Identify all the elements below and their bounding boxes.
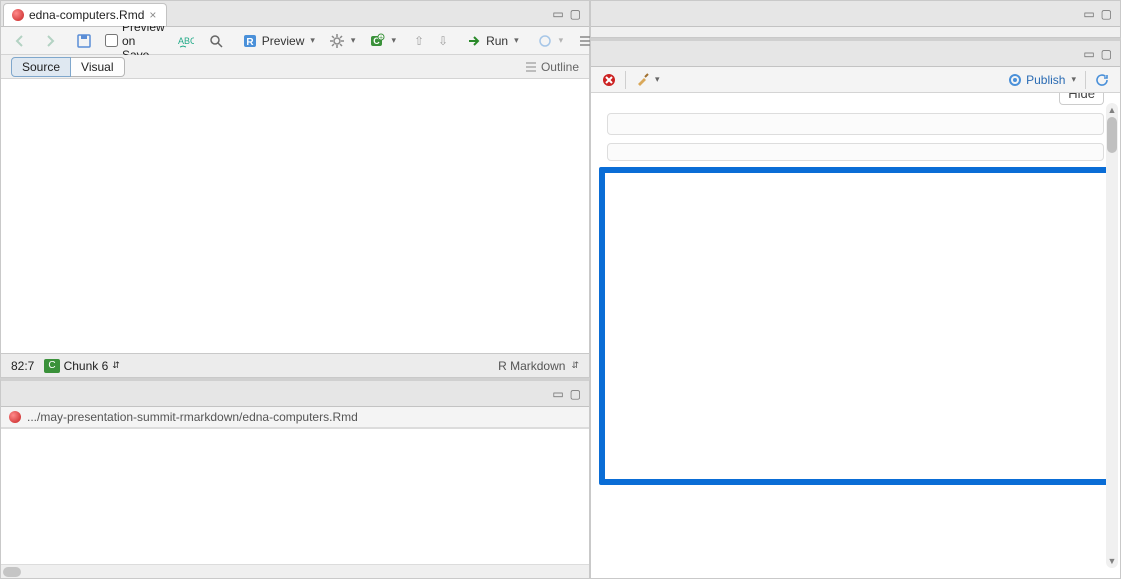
render-path: .../may-presentation-summit-rmarkdown/ed… [27,410,358,424]
render-output[interactable] [1,428,589,564]
remove-viewer-icon[interactable] [597,71,621,89]
svg-text:+: + [379,34,383,41]
viewer-code-block [607,113,1104,135]
chevron-down-icon: ▾ [310,35,315,46]
maximize-icon[interactable]: ▢ [1099,7,1114,21]
run-label: Run [486,34,508,48]
gear-icon[interactable]: ▾ [324,31,361,51]
chunk-badge-icon: C [44,359,59,373]
publish-button[interactable]: Publish ▾ [1003,71,1081,89]
minimize-icon[interactable]: ▭ [1081,47,1096,61]
refresh-icon[interactable] [1090,71,1114,89]
viewer-message [607,143,1104,161]
source-toolbar: Preview on Save ABC R Preview ▾ ▾ C+▾ ⇧ … [1,27,589,55]
filetype-selector[interactable]: R Markdown ⇵ [498,359,579,373]
minimize-icon[interactable]: ▭ [550,7,565,21]
prev-chunk-icon[interactable]: ⇧ [409,32,429,50]
viewer-tabs: ▭ ▢ [591,41,1120,67]
preview-button[interactable]: R Preview ▾ [237,31,320,51]
viewer-toolbar: ▾ Publish ▾ [591,67,1120,93]
chunk-nav[interactable]: C Chunk 6 ⇵ [44,359,119,373]
file-tab-label: edna-computers.Rmd [29,8,144,22]
publish-toolbar-icon[interactable]: ▾ [532,31,569,51]
outline-toggle[interactable]: Outline [525,60,579,74]
back-icon[interactable] [7,31,33,51]
viewer-plot [611,183,1081,473]
save-icon[interactable] [71,31,97,51]
maximize-icon[interactable]: ▢ [568,387,583,401]
rmd-icon [9,411,21,423]
source-mode-button[interactable]: Source [11,57,71,77]
find-icon[interactable] [203,31,229,51]
next-chunk-icon[interactable]: ⇩ [433,32,453,50]
outline-label: Outline [541,60,579,74]
close-icon[interactable]: × [149,9,156,21]
viewer-plot-frame [599,167,1112,485]
v-scrollbar[interactable]: ▲ ▼ [1106,103,1118,568]
source-plot [35,79,555,329]
source-file-tabs: edna-computers.Rmd × ▭ ▢ [1,1,589,27]
chunk-label: Chunk 6 [64,359,109,373]
source-editor[interactable] [1,79,589,353]
viewer-pane: Hide ▲ ▼ [591,93,1120,578]
cursor-pos: 82:7 [11,359,34,373]
minimize-icon[interactable]: ▭ [550,387,565,401]
maximize-icon[interactable]: ▢ [1099,47,1114,61]
spellcheck-icon[interactable]: ABC [173,31,199,51]
visual-mode-button[interactable]: Visual [71,57,124,77]
filetype-label: R Markdown [498,359,565,373]
file-tab[interactable]: edna-computers.Rmd × [3,3,167,26]
svg-text:R: R [246,37,254,48]
hide-button[interactable]: Hide [1059,93,1104,105]
insert-chunk-icon[interactable]: C+▾ [364,31,401,51]
forward-icon[interactable] [37,31,63,51]
svg-text:ABC: ABC [178,36,194,46]
source-statusbar: 82:7 C Chunk 6 ⇵ R Markdown ⇵ [1,353,589,377]
broom-icon[interactable]: ▾ [630,71,665,89]
maximize-icon[interactable]: ▢ [568,7,583,21]
preview-label: Preview [262,34,305,48]
rmd-icon [12,9,24,21]
console-tabs: ▭ ▢ [1,381,589,407]
minimize-icon[interactable]: ▭ [1081,7,1096,21]
env-tabs: ▭ ▢ [591,1,1120,27]
h-scrollbar[interactable] [1,564,589,578]
run-button[interactable]: Run ▾ [461,31,524,51]
publish-label: Publish [1026,73,1065,87]
